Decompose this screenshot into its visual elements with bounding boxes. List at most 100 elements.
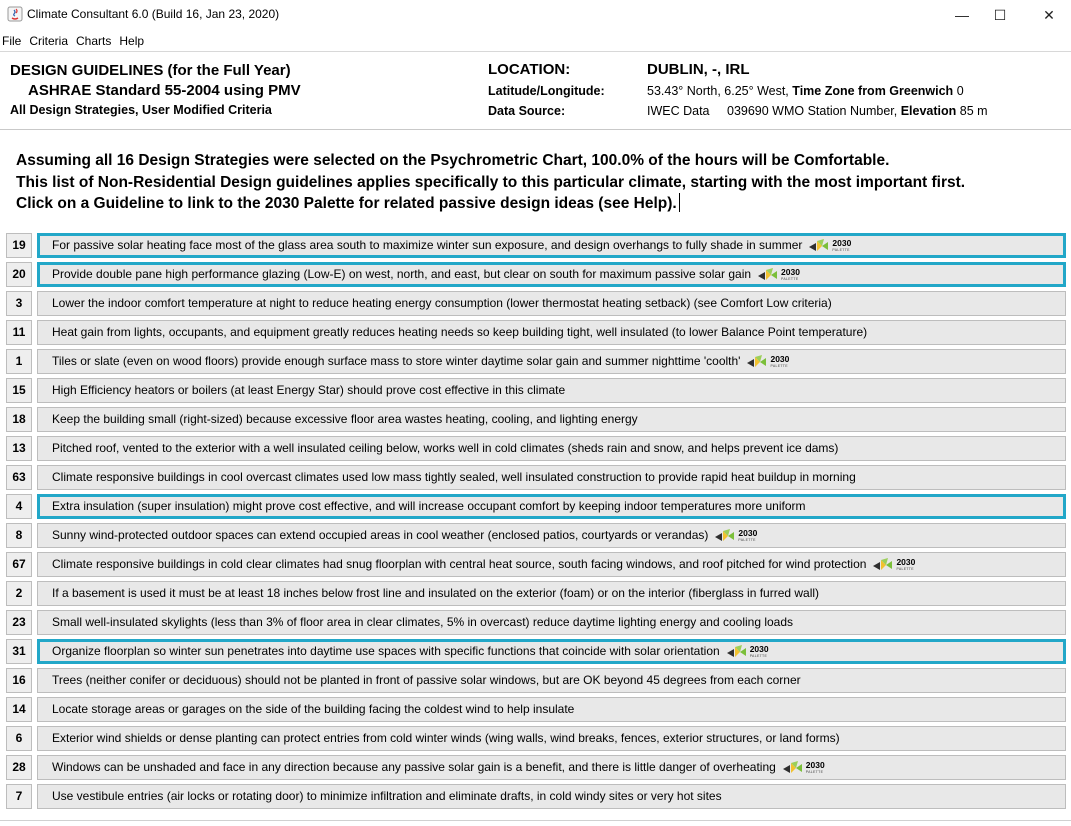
palette-label: 2030 <box>738 528 758 539</box>
palette-label: 2030 <box>781 267 800 278</box>
guideline-button[interactable]: Small well-insulated skylights (less tha… <box>37 610 1066 635</box>
guideline-button[interactable]: Windows can be unshaded and face in any … <box>37 755 1066 780</box>
guideline-number[interactable]: 18 <box>6 407 32 432</box>
guideline-button[interactable]: Trees (neither conifer or deciduous) sho… <box>37 668 1066 693</box>
guideline-number[interactable]: 67 <box>6 552 32 577</box>
guideline-button[interactable]: Locate storage areas or garages on the s… <box>37 697 1066 722</box>
datasource-row: IWEC Data 039690 WMO Station Number, Ele… <box>647 104 988 118</box>
guideline-row: 15 High Efficiency heators or boilers (at… <box>6 376 1066 405</box>
minimize-icon: — <box>955 7 969 23</box>
bottom-divider <box>0 820 1071 821</box>
guidelines-title: DESIGN GUIDELINES (for the Full Year) <box>10 62 291 79</box>
intro-line-1: Assuming all 16 Design Strategies were s… <box>16 152 890 169</box>
guideline-number[interactable]: 3 <box>6 291 32 316</box>
palette-2030-icon[interactable]: 2030 PALETTE <box>872 557 915 573</box>
palette-2030-icon[interactable]: 2030 PALETTE <box>808 238 851 254</box>
menu-criteria[interactable]: Criteria <box>27 34 72 48</box>
close-button[interactable]: ✕ <box>1026 0 1071 30</box>
strategies-note: All Design Strategies, User Modified Cri… <box>10 103 272 117</box>
intro-line-3-text: Click on a Guideline to link to the 2030… <box>16 195 677 212</box>
guideline-button[interactable]: Extra insulation (super insulation) migh… <box>37 494 1066 519</box>
guideline-button[interactable]: If a basement is used it must be at leas… <box>37 581 1066 606</box>
guideline-number[interactable]: 14 <box>6 697 32 722</box>
guideline-button[interactable]: Provide double pane high performance gla… <box>37 262 1066 287</box>
guideline-text: If a basement is used it must be at leas… <box>52 586 820 600</box>
guideline-text: Heat gain from lights, occupants, and eq… <box>52 325 868 339</box>
guideline-number[interactable]: 31 <box>6 639 32 664</box>
latlong-label: Latitude/Longitude: <box>488 84 605 98</box>
guideline-row: 14 Locate storage areas or garages on the… <box>6 695 1066 724</box>
guideline-number[interactable]: 63 <box>6 465 32 490</box>
guideline-button[interactable]: Climate responsive buildings in cool ove… <box>37 465 1066 490</box>
elevation-label: Elevation <box>900 104 957 118</box>
guideline-row: 13 Pitched roof, vented to the exterior w… <box>6 434 1066 463</box>
guideline-number[interactable]: 23 <box>6 610 32 635</box>
close-icon: ✕ <box>1043 6 1055 23</box>
guideline-text: Climate responsive buildings in cool ove… <box>52 470 856 484</box>
palette-2030-icon[interactable]: 2030 PALETTE <box>746 354 789 370</box>
guideline-button[interactable]: Use vestibule entries (air locks or rota… <box>37 784 1066 809</box>
comfort-standard: ASHRAE Standard 55-2004 using PMV <box>28 82 301 99</box>
guideline-text: High Efficiency heators or boilers (at l… <box>52 383 566 397</box>
guideline-text: Organize floorplan so winter sun penetra… <box>52 644 720 658</box>
guideline-row: 16 Trees (neither conifer or deciduous) s… <box>6 666 1066 695</box>
latlong-row: 53.43° North, 6.25° West, Time Zone from… <box>647 84 964 98</box>
guideline-button[interactable]: Lower the indoor comfort temperature at … <box>37 291 1066 316</box>
guideline-number[interactable]: 19 <box>6 233 32 258</box>
guideline-number[interactable]: 6 <box>6 726 32 751</box>
guideline-row: 11 Heat gain from lights, occupants, and … <box>6 318 1066 347</box>
guideline-number[interactable]: 16 <box>6 668 32 693</box>
guideline-row: 4 Extra insulation (super insulation) mig… <box>6 492 1066 521</box>
palette-2030-icon[interactable]: 2030 PALETTE <box>757 267 800 283</box>
guideline-row: 67 Climate responsive buildings in cold c… <box>6 550 1066 579</box>
palette-sublabel: PALETTE <box>896 567 914 572</box>
menu-help[interactable]: Help <box>117 34 148 48</box>
location-value: DUBLIN, -, IRL <box>647 61 750 78</box>
guideline-number[interactable]: 28 <box>6 755 32 780</box>
guideline-row: 6 Exterior wind shields or dense planting… <box>6 724 1066 753</box>
guideline-button[interactable]: Exterior wind shields or dense planting … <box>37 726 1066 751</box>
guideline-number[interactable]: 8 <box>6 523 32 548</box>
guideline-text: For passive solar heating face most of t… <box>52 238 803 252</box>
palette-sublabel: PALETTE <box>805 770 824 775</box>
guideline-text: Keep the building small (right-sized) be… <box>52 412 638 426</box>
guideline-number[interactable]: 2 <box>6 581 32 606</box>
guideline-button[interactable]: Heat gain from lights, occupants, and eq… <box>37 320 1066 345</box>
guideline-number[interactable]: 15 <box>6 378 32 403</box>
menu-charts[interactable]: Charts <box>74 34 115 48</box>
menu-file[interactable]: File <box>0 34 25 48</box>
guideline-button[interactable]: Sunny wind-protected outdoor spaces can … <box>37 523 1066 548</box>
guideline-number[interactable]: 7 <box>6 784 32 809</box>
guideline-button[interactable]: Tiles or slate (even on wood floors) pro… <box>37 349 1066 374</box>
guideline-number[interactable]: 4 <box>6 494 32 519</box>
guideline-button[interactable]: Keep the building small (right-sized) be… <box>37 407 1066 432</box>
guideline-button[interactable]: For passive solar heating face most of t… <box>37 233 1066 258</box>
guideline-row: 28 Windows can be unshaded and face in an… <box>6 753 1066 782</box>
guideline-row: 18 Keep the building small (right-sized) … <box>6 405 1066 434</box>
palette-2030-icon[interactable]: 2030 PALETTE <box>726 644 769 660</box>
guideline-button[interactable]: Organize floorplan so winter sun penetra… <box>37 639 1066 664</box>
guideline-number[interactable]: 13 <box>6 436 32 461</box>
palette-2030-icon[interactable]: 2030 PALETTE <box>714 528 757 544</box>
datasource-label: Data Source: <box>488 104 566 118</box>
guideline-number[interactable]: 20 <box>6 262 32 287</box>
guideline-button[interactable]: Climate responsive buildings in cold cle… <box>37 552 1066 577</box>
location-label: LOCATION: <box>488 61 571 78</box>
guideline-text: Trees (neither conifer or deciduous) sho… <box>52 673 801 687</box>
maximize-button[interactable]: ☐ <box>977 0 1023 30</box>
guideline-text: Extra insulation (super insulation) migh… <box>52 499 806 513</box>
header-panel: DESIGN GUIDELINES (for the Full Year) AS… <box>0 53 1071 130</box>
palette-2030-icon[interactable]: 2030 PALETTE <box>782 760 825 776</box>
guideline-row: 19 For passive solar heating face most of… <box>6 231 1066 260</box>
guidelines-list: 19 For passive solar heating face most of… <box>6 231 1066 811</box>
guideline-button[interactable]: High Efficiency heators or boilers (at l… <box>37 378 1066 403</box>
guideline-number[interactable]: 11 <box>6 320 32 345</box>
timezone-label: Time Zone from Greenwich <box>792 84 954 98</box>
guideline-button[interactable]: Pitched roof, vented to the exterior wit… <box>37 436 1066 461</box>
palette-sublabel: PALETTE <box>738 538 756 543</box>
window-title: Climate Consultant 6.0 (Build 16, Jan 23… <box>27 7 280 21</box>
guideline-text: Windows can be unshaded and face in any … <box>52 760 776 774</box>
timezone-value: 0 <box>956 84 964 98</box>
guideline-number[interactable]: 1 <box>6 349 32 374</box>
guideline-row: 23 Small well-insulated skylights (less t… <box>6 608 1066 637</box>
